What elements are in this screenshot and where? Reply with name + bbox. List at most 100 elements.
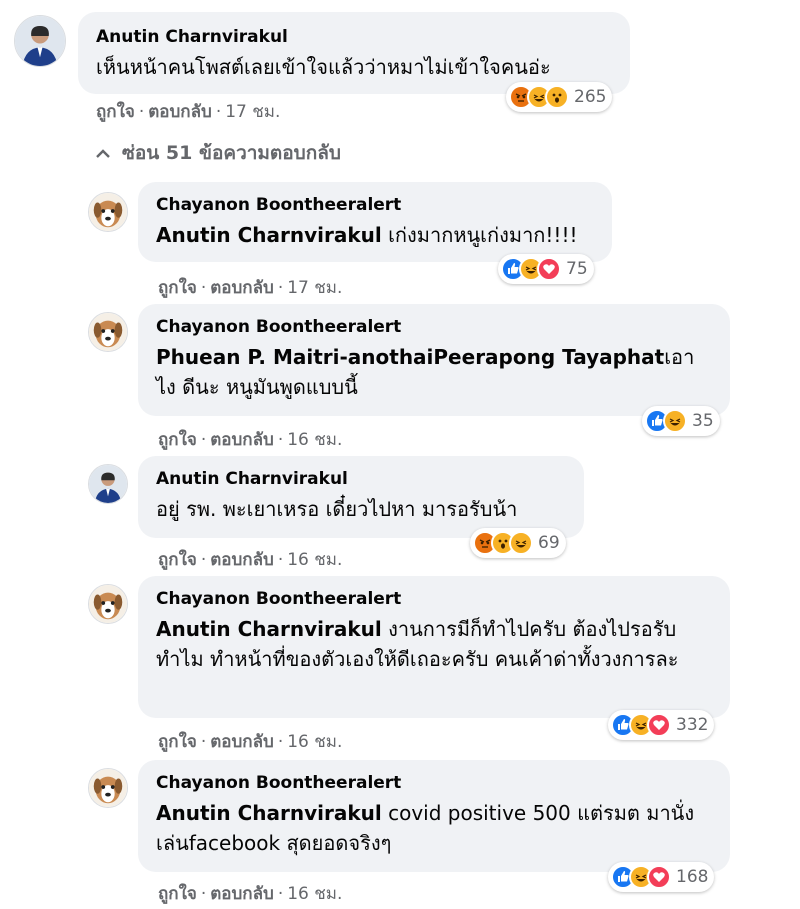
reply-comment: Chayanon Boontheeralert Anutin Charnvira… bbox=[0, 576, 800, 756]
timestamp[interactable]: 16 ชม. bbox=[287, 732, 342, 752]
reaction-summary[interactable]: 332 bbox=[608, 710, 715, 740]
reaction-count: 75 bbox=[566, 259, 588, 279]
like-button[interactable]: ถูกใจ bbox=[158, 278, 197, 298]
avatar[interactable] bbox=[14, 15, 66, 67]
love-reaction-icon bbox=[647, 865, 671, 889]
comment-text: Anutin Charnvirakul covid positive 500 แ… bbox=[156, 798, 712, 858]
love-reaction-icon bbox=[647, 713, 671, 737]
mention-link[interactable]: Phuean P. Maitri-anothaiPeerapong Tayaph… bbox=[156, 345, 664, 369]
reply-button[interactable]: ตอบกลับ bbox=[210, 278, 274, 298]
avatar-dog-icon bbox=[89, 769, 127, 807]
mention-link[interactable]: Anutin Charnvirakul bbox=[156, 801, 382, 825]
avatar-man-icon bbox=[15, 16, 65, 66]
avatar[interactable] bbox=[88, 312, 128, 352]
comment-actions: ถูกใจ · ตอบกลับ · 16 ชม. bbox=[158, 426, 342, 453]
separator: · bbox=[200, 278, 207, 298]
reply-button[interactable]: ตอบกลับ bbox=[210, 884, 274, 904]
like-button[interactable]: ถูกใจ bbox=[158, 732, 197, 752]
comment-actions: ถูกใจ · ตอบกลับ · 17 ชม. bbox=[96, 98, 280, 125]
comment-bubble: Chayanon Boontheeralert Anutin Charnvira… bbox=[138, 576, 730, 718]
comment-author[interactable]: Chayanon Boontheeralert bbox=[156, 194, 594, 216]
timestamp[interactable]: 16 ชม. bbox=[287, 430, 342, 450]
timestamp[interactable]: 16 ชม. bbox=[287, 550, 342, 570]
comment-text-body: อยู่ รพ. พะเยาเหรอ เดี๋ยวไปหา มารอรับน้า bbox=[156, 497, 518, 521]
separator: · bbox=[215, 102, 222, 122]
comment-author[interactable]: Anutin Charnvirakul bbox=[96, 26, 612, 48]
separator: · bbox=[200, 732, 207, 752]
comment-actions: ถูกใจ · ตอบกลับ · 16 ชม. bbox=[158, 546, 342, 573]
reaction-count: 69 bbox=[538, 533, 560, 553]
separator: · bbox=[277, 278, 284, 298]
hide-replies-label: ซ่อน 51 ข้อความตอบกลับ bbox=[122, 142, 341, 164]
avatar[interactable] bbox=[88, 192, 128, 232]
like-button[interactable]: ถูกใจ bbox=[158, 884, 197, 904]
mention-link[interactable]: Anutin Charnvirakul bbox=[156, 223, 382, 247]
timestamp[interactable]: 17 ชม. bbox=[225, 102, 280, 122]
avatar[interactable] bbox=[88, 584, 128, 624]
reaction-summary[interactable]: 168 bbox=[608, 862, 715, 892]
reaction-summary[interactable]: 35 bbox=[642, 406, 720, 436]
comment-author[interactable]: Chayanon Boontheeralert bbox=[156, 772, 712, 794]
separator: · bbox=[277, 430, 284, 450]
reaction-count: 168 bbox=[676, 867, 709, 887]
hide-replies-button[interactable]: ซ่อน 51 ข้อความตอบกลับ bbox=[96, 138, 341, 168]
comment: Anutin Charnvirakul เห็นหน้าคนโพสต์เลยเข… bbox=[0, 0, 800, 130]
reaction-count: 332 bbox=[676, 715, 709, 735]
mention-link[interactable]: Anutin Charnvirakul bbox=[156, 617, 382, 641]
chevron-up-icon bbox=[96, 142, 110, 164]
comment-text: อยู่ รพ. พะเยาเหรอ เดี๋ยวไปหา มารอรับน้า bbox=[156, 494, 566, 524]
avatar-dog-icon bbox=[89, 193, 127, 231]
reaction-icons bbox=[611, 713, 671, 737]
comment-actions: ถูกใจ · ตอบกลับ · 17 ชม. bbox=[158, 274, 342, 301]
comment-bubble: Chayanon Boontheeralert Anutin Charnvira… bbox=[138, 760, 730, 872]
separator: · bbox=[277, 732, 284, 752]
like-button[interactable]: ถูกใจ bbox=[158, 550, 197, 570]
reply-button[interactable]: ตอบกลับ bbox=[148, 102, 212, 122]
comment-actions: ถูกใจ · ตอบกลับ · 16 ชม. bbox=[158, 880, 342, 907]
reply-button[interactable]: ตอบกลับ bbox=[210, 550, 274, 570]
reply-comment: Chayanon Boontheeralert Anutin Charnvira… bbox=[0, 760, 800, 909]
comment-author[interactable]: Anutin Charnvirakul bbox=[156, 468, 566, 490]
comment-text: Anutin Charnvirakul งานการมีก็ทำไปครับ ต… bbox=[156, 614, 712, 674]
reply-comment: Anutin Charnvirakul อยู่ รพ. พะเยาเหรอ เ… bbox=[0, 456, 800, 574]
separator: · bbox=[277, 550, 284, 570]
comment-actions: ถูกใจ · ตอบกลับ · 16 ชม. bbox=[158, 728, 342, 755]
haha-reaction-icon bbox=[663, 409, 687, 433]
comment-author[interactable]: Chayanon Boontheeralert bbox=[156, 588, 712, 610]
comment-text: Anutin Charnvirakul เก่งมากหนูเก่งมาก!!!… bbox=[156, 220, 594, 250]
timestamp[interactable]: 16 ชม. bbox=[287, 884, 342, 904]
timestamp[interactable]: 17 ชม. bbox=[287, 278, 342, 298]
avatar-dog-icon bbox=[89, 313, 127, 351]
comment-text-body: เก่งมากหนูเก่งมาก!!!! bbox=[381, 223, 578, 247]
reply-comment: Chayanon Boontheeralert Anutin Charnvira… bbox=[0, 182, 800, 302]
comment-text-body: เห็นหน้าคนโพสต์เลยเข้าใจแล้วว่าหมาไม่เข้… bbox=[96, 55, 551, 79]
reaction-icons bbox=[645, 409, 687, 433]
reaction-count: 35 bbox=[692, 411, 714, 431]
haha-reaction-icon bbox=[509, 531, 533, 555]
avatar[interactable] bbox=[88, 464, 128, 504]
separator: · bbox=[277, 884, 284, 904]
reaction-icons bbox=[509, 85, 569, 109]
reaction-count: 265 bbox=[574, 87, 607, 107]
separator: · bbox=[138, 102, 145, 122]
reaction-icons bbox=[611, 865, 671, 889]
reply-button[interactable]: ตอบกลับ bbox=[210, 430, 274, 450]
reaction-summary[interactable]: 265 bbox=[506, 82, 613, 112]
comment-bubble: Anutin Charnvirakul อยู่ รพ. พะเยาเหรอ เ… bbox=[138, 456, 584, 538]
reaction-summary[interactable]: 69 bbox=[470, 528, 566, 558]
avatar[interactable] bbox=[88, 768, 128, 808]
like-button[interactable]: ถูกใจ bbox=[96, 102, 135, 122]
separator: · bbox=[200, 884, 207, 904]
reaction-summary[interactable]: 75 bbox=[498, 254, 594, 284]
comment-bubble: Chayanon Boontheeralert Phuean P. Maitri… bbox=[138, 304, 730, 416]
separator: · bbox=[200, 550, 207, 570]
wow-reaction-icon bbox=[545, 85, 569, 109]
reply-button[interactable]: ตอบกลับ bbox=[210, 732, 274, 752]
reply-comment: Chayanon Boontheeralert Phuean P. Maitri… bbox=[0, 304, 800, 454]
avatar-man-icon bbox=[89, 465, 127, 503]
avatar-dog-icon bbox=[89, 585, 127, 623]
comment-text: เห็นหน้าคนโพสต์เลยเข้าใจแล้วว่าหมาไม่เข้… bbox=[96, 52, 612, 82]
like-button[interactable]: ถูกใจ bbox=[158, 430, 197, 450]
comment-author[interactable]: Chayanon Boontheeralert bbox=[156, 316, 712, 338]
reaction-icons bbox=[501, 257, 561, 281]
